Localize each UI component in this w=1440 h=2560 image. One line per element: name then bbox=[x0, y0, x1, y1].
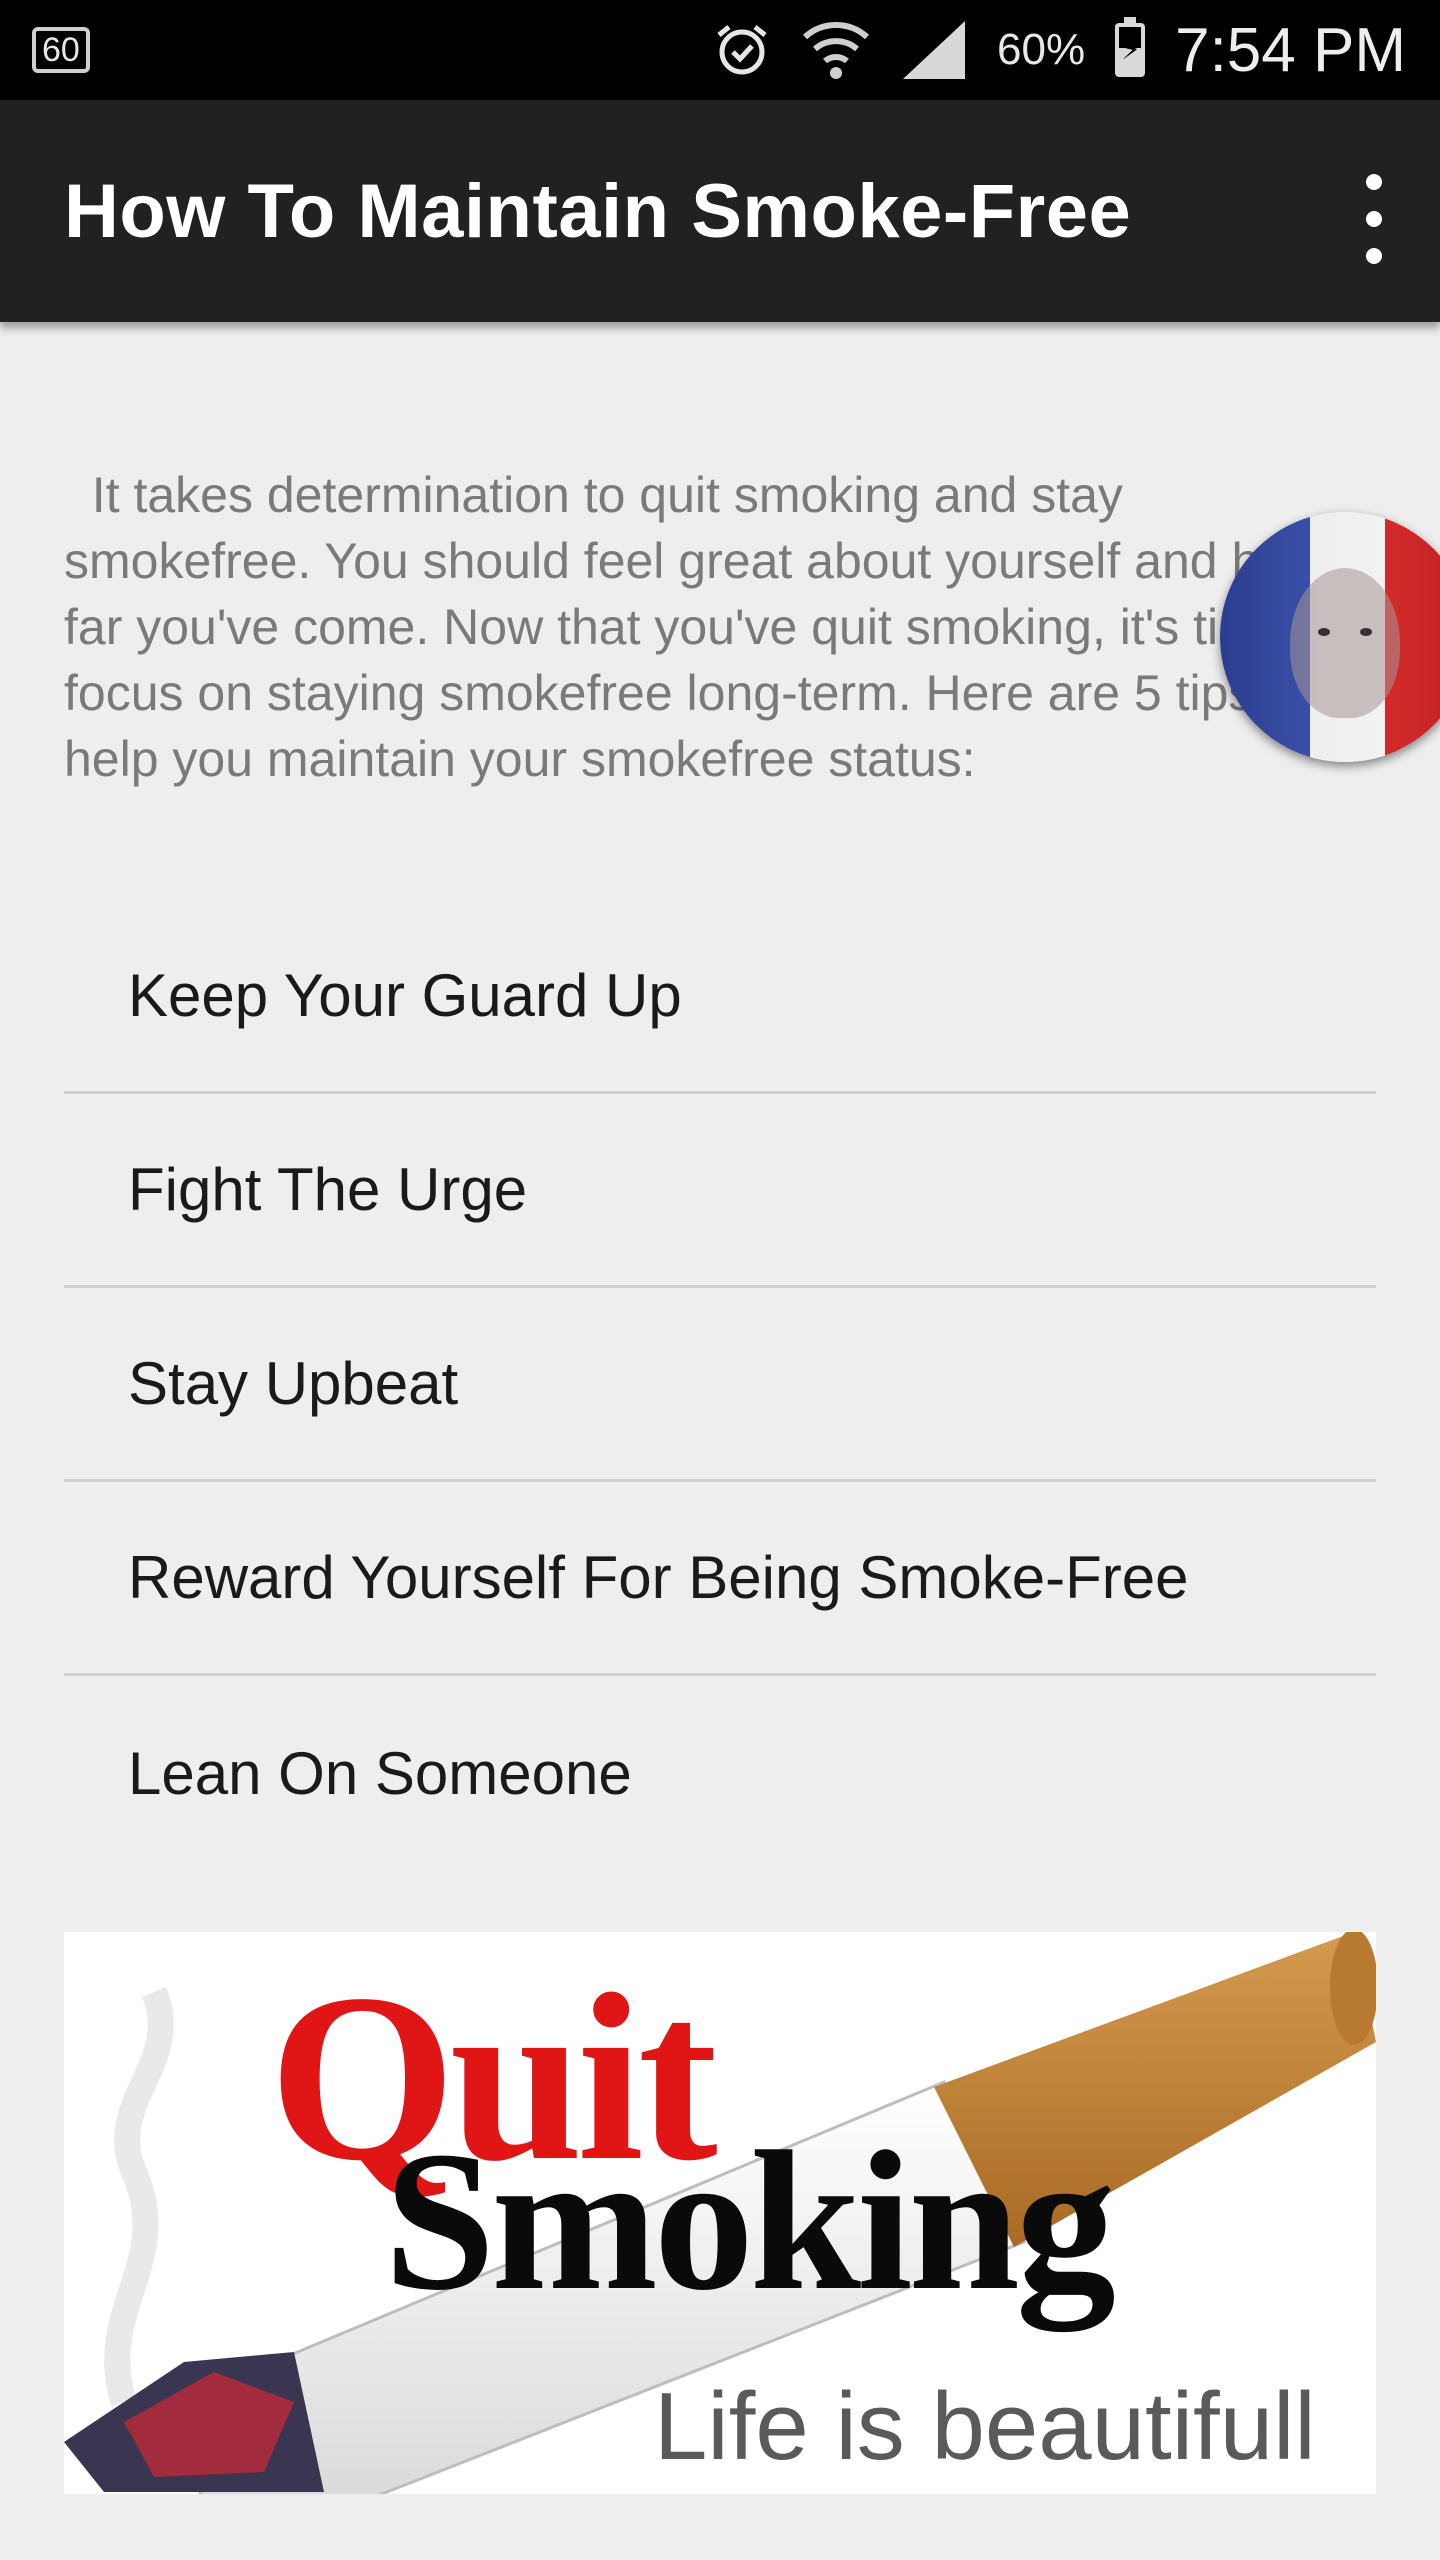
battery-percent: 60% bbox=[997, 25, 1086, 74]
tips-list: Keep Your Guard Up Fight The Urge Stay U… bbox=[64, 900, 1376, 1870]
list-item[interactable]: Reward Yourself For Being Smoke-Free bbox=[64, 1482, 1376, 1676]
status-right: 60% ⚡ 7:54 PM bbox=[713, 0, 1406, 100]
quit-smoking-banner: Quit Smoking Life is beautifull bbox=[64, 1932, 1376, 2494]
alarm-icon bbox=[717, 25, 767, 75]
avatar-face bbox=[1290, 568, 1400, 718]
signal-icon bbox=[903, 21, 966, 79]
list-item[interactable]: Lean On Someone bbox=[64, 1676, 1376, 1870]
page-title: How To Maintain Smoke-Free bbox=[64, 169, 1132, 254]
list-item[interactable]: Keep Your Guard Up bbox=[64, 900, 1376, 1094]
status-bar: 60 60% ⚡ 7:54 PM bbox=[0, 0, 1440, 100]
wifi-icon bbox=[802, 22, 870, 79]
banner-tagline: Life is beautifull bbox=[654, 2373, 1316, 2480]
status-left: 60 bbox=[32, 24, 90, 76]
overflow-menu-icon[interactable] bbox=[1352, 174, 1396, 264]
intro-paragraph: It takes determination to quit smoking a… bbox=[64, 467, 1343, 787]
battery-charging-icon: ⚡ bbox=[1115, 17, 1146, 77]
notification-badge: 60 bbox=[32, 27, 90, 73]
app-bar: How To Maintain Smoke-Free bbox=[0, 100, 1440, 322]
banner-smoking-text: Smoking bbox=[384, 2111, 1116, 2332]
clock: 7:54 PM bbox=[1175, 15, 1406, 85]
list-item[interactable]: Fight The Urge bbox=[64, 1094, 1376, 1288]
list-item[interactable]: Stay Upbeat bbox=[64, 1288, 1376, 1482]
